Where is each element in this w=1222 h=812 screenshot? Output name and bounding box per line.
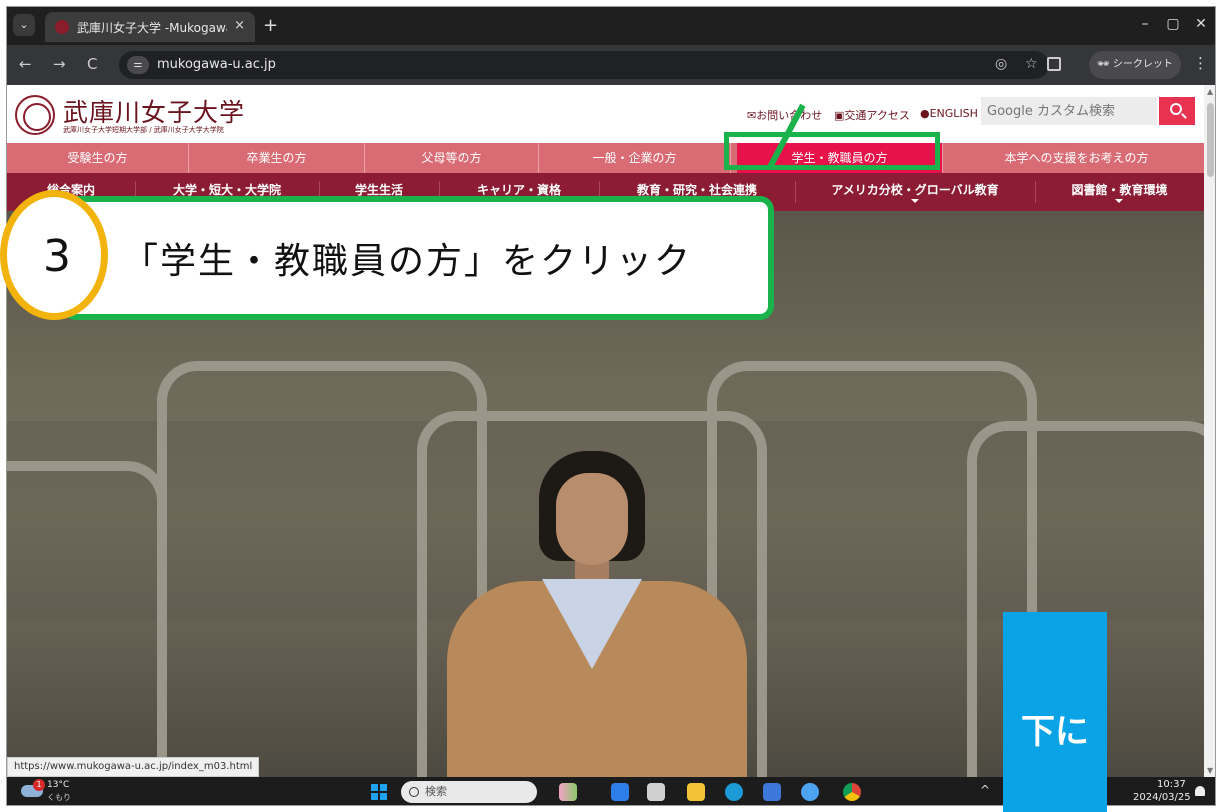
widget-icon[interactable] bbox=[559, 783, 577, 801]
address-bar[interactable]: ⚌ mukogawa-u.ac.jp ◎ ☆ bbox=[119, 51, 1049, 79]
tab-close-icon[interactable]: × bbox=[234, 18, 245, 33]
url-text[interactable]: mukogawa-u.ac.jp bbox=[157, 57, 276, 72]
audience-prospective[interactable]: 受験生の方 bbox=[7, 143, 189, 173]
browser-menu-icon[interactable]: ⋮ bbox=[1193, 54, 1208, 72]
bookmark-star-icon[interactable]: ☆ bbox=[1025, 56, 1038, 72]
browser-toolbar: ← → C ⚌ mukogawa-u.ac.jp ◎ ☆ 🕶 シークレット ⋮ bbox=[7, 45, 1215, 85]
globe-icon: ● bbox=[920, 107, 930, 120]
nav-global[interactable]: アメリカ分校・グローバル教育 bbox=[795, 173, 1035, 211]
site-search-button[interactable] bbox=[1159, 97, 1195, 125]
browser-tab[interactable]: 武庫川女子大学 -Mukogawa W × bbox=[45, 12, 255, 42]
chevron-down-icon bbox=[911, 199, 919, 203]
incognito-badge[interactable]: 🕶 シークレット bbox=[1089, 51, 1181, 79]
audience-alumni[interactable]: 卒業生の方 bbox=[189, 143, 365, 173]
tab-search-button[interactable]: ⌄ bbox=[13, 14, 35, 36]
tab-strip: ⌄ 武庫川女子大学 -Mukogawa W × + – ▢ ✕ bbox=[7, 7, 1215, 45]
site-info-icon[interactable]: ⚌ bbox=[127, 56, 149, 74]
clock-date[interactable]: 2024/03/25 bbox=[1133, 792, 1191, 803]
eye-off-icon[interactable]: ◎ bbox=[995, 56, 1007, 72]
weather-condition[interactable]: くもり bbox=[47, 792, 71, 803]
close-window-button[interactable]: ✕ bbox=[1191, 16, 1211, 32]
contact-link[interactable]: ✉お問い合わせ bbox=[747, 107, 822, 123]
railing bbox=[7, 461, 167, 777]
site-search-input[interactable] bbox=[981, 97, 1157, 125]
incognito-label: シークレット bbox=[1112, 59, 1173, 70]
scroll-down-icon[interactable]: ▼ bbox=[1207, 766, 1213, 775]
file-explorer-icon[interactable] bbox=[687, 783, 705, 801]
clock-time[interactable]: 10:37 bbox=[1157, 779, 1186, 790]
audience-general[interactable]: 一般・企業の方 bbox=[539, 143, 731, 173]
new-tab-button[interactable]: + bbox=[263, 15, 278, 36]
site-logo-name[interactable]: 武庫川女子大学 bbox=[63, 93, 245, 129]
tab-title: 武庫川女子大学 -Mukogawa W bbox=[77, 21, 227, 35]
train-icon: ▣ bbox=[834, 109, 845, 122]
model-face bbox=[556, 473, 628, 565]
audience-nav: 受験生の方 卒業生の方 父母等の方 一般・企業の方 学生・教職員の方 本学への支… bbox=[7, 143, 1204, 173]
step-number: 3 bbox=[43, 231, 71, 282]
link-status-bar: https://www.mukogawa-u.ac.jp/index_m03.h… bbox=[7, 757, 260, 777]
step-badge: 3 bbox=[0, 190, 108, 320]
side-panel-icon[interactable] bbox=[1047, 57, 1061, 71]
chrome-icon[interactable] bbox=[843, 783, 861, 801]
site-favicon-icon bbox=[55, 20, 69, 34]
bell-icon[interactable] bbox=[1195, 786, 1205, 796]
reload-button[interactable]: C bbox=[87, 55, 97, 73]
mail-icon: ✉ bbox=[747, 109, 757, 122]
scroll-up-icon[interactable]: ▲ bbox=[1207, 87, 1213, 96]
search-icon bbox=[1170, 103, 1182, 115]
chevron-down-icon bbox=[1115, 199, 1123, 203]
access-link[interactable]: ▣交通アクセス bbox=[834, 107, 910, 123]
task-view-icon[interactable] bbox=[647, 783, 665, 801]
app-icon[interactable] bbox=[801, 783, 819, 801]
scrollbar-thumb[interactable] bbox=[1207, 103, 1214, 177]
edge-icon[interactable] bbox=[725, 783, 743, 801]
incognito-icon: 🕶 bbox=[1097, 59, 1113, 70]
copilot-icon[interactable] bbox=[611, 783, 629, 801]
store-icon[interactable] bbox=[763, 783, 781, 801]
back-button[interactable]: ← bbox=[19, 55, 32, 73]
nav-library[interactable]: 図書館・教育環境 bbox=[1035, 173, 1204, 211]
audience-parents[interactable]: 父母等の方 bbox=[365, 143, 539, 173]
scroll-hint-text: 下に bbox=[1021, 712, 1089, 752]
scroll-hint-banner: 下に bbox=[1003, 612, 1107, 812]
audience-supporters[interactable]: 本学への支援をお考えの方 bbox=[949, 143, 1204, 173]
page-scrollbar[interactable]: ▲ ▼ bbox=[1204, 85, 1215, 777]
minimize-button[interactable]: – bbox=[1135, 16, 1155, 32]
taskbar-search[interactable]: 検索 bbox=[401, 781, 537, 803]
instruction-callout: 「学生・教職員の方」をクリック bbox=[62, 196, 774, 320]
highlight-box bbox=[724, 132, 940, 170]
university-emblem-icon[interactable] bbox=[15, 95, 55, 135]
site-header: 武庫川女子大学 武庫川女子大学短期大学部 / 武庫川女子大学大学院 ✉お問い合わ… bbox=[7, 85, 1204, 143]
site-logo-subtitle: 武庫川女子大学短期大学部 / 武庫川女子大学大学院 bbox=[63, 126, 224, 134]
restore-button[interactable]: ▢ bbox=[1163, 16, 1183, 32]
english-link[interactable]: ●ENGLISH bbox=[920, 107, 978, 120]
windows-start-icon[interactable] bbox=[371, 784, 387, 800]
forward-button[interactable]: → bbox=[53, 55, 66, 73]
instruction-text: 「学生・教職員の方」をクリック bbox=[122, 241, 693, 282]
weather-temperature[interactable]: 13°C bbox=[47, 780, 69, 790]
tray-overflow-icon[interactable]: ^ bbox=[980, 783, 990, 797]
notification-badge: 1 bbox=[33, 779, 45, 791]
